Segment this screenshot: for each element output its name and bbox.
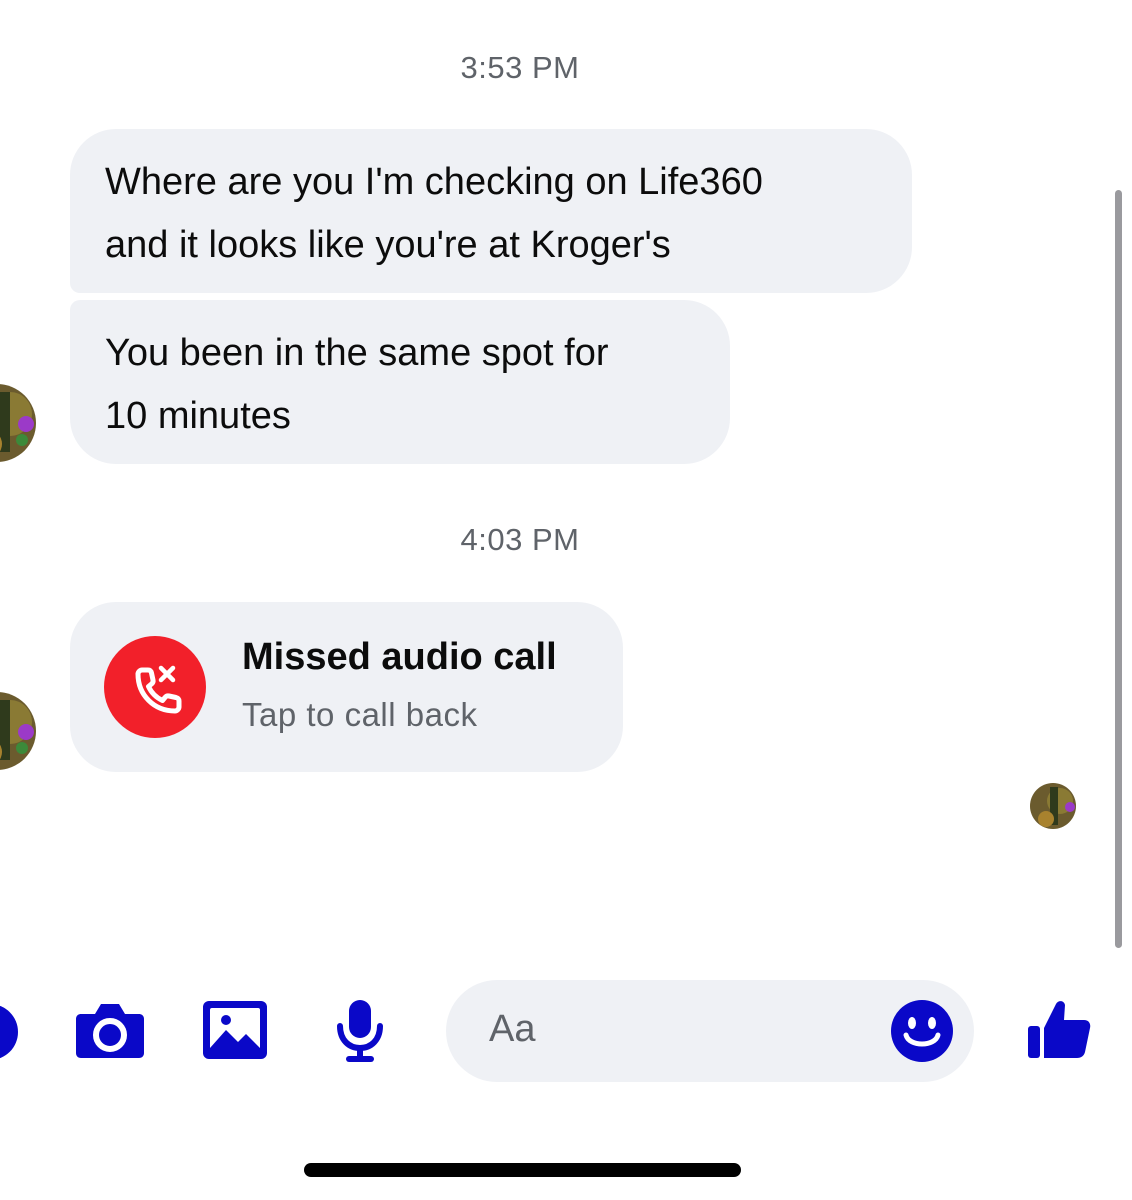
scrollbar[interactable] xyxy=(1115,190,1122,948)
missed-call-icon xyxy=(104,636,206,738)
read-receipt-avatar xyxy=(1030,783,1076,829)
message-line: 10 minutes xyxy=(105,395,291,437)
message-bubble[interactable]: You been in the same spot for 10 minutes xyxy=(70,300,730,464)
camera-icon[interactable] xyxy=(75,1000,145,1065)
microphone-icon[interactable] xyxy=(334,998,386,1069)
message-input-placeholder: Aa xyxy=(489,1008,536,1050)
sender-avatar[interactable] xyxy=(0,384,36,462)
timestamp-403: 4:03 PM xyxy=(460,522,580,557)
message-bubble[interactable]: Where are you I'm checking on Life360 an… xyxy=(70,129,912,293)
thumbs-up-icon[interactable] xyxy=(1026,996,1092,1067)
message-line: Where are you I'm checking on Life360 xyxy=(105,161,763,203)
gallery-icon[interactable] xyxy=(202,1000,268,1065)
missed-call-title: Missed audio call xyxy=(242,636,557,678)
sender-avatar[interactable] xyxy=(0,692,36,770)
message-line: and it looks like you're at Kroger's xyxy=(105,224,671,266)
smiley-icon[interactable] xyxy=(890,999,954,1068)
timestamp-353: 3:53 PM xyxy=(460,50,580,85)
plus-icon[interactable] xyxy=(0,1002,20,1067)
home-indicator xyxy=(304,1163,741,1177)
chat-screen: 3:53 PM Where are you I'm checking on Li… xyxy=(0,0,1132,1200)
missed-call-card[interactable]: Missed audio call Tap to call back xyxy=(70,602,623,772)
missed-call-subtitle: Tap to call back xyxy=(242,696,478,733)
message-input[interactable]: Aa xyxy=(446,980,974,1082)
message-line: You been in the same spot for xyxy=(105,332,609,374)
